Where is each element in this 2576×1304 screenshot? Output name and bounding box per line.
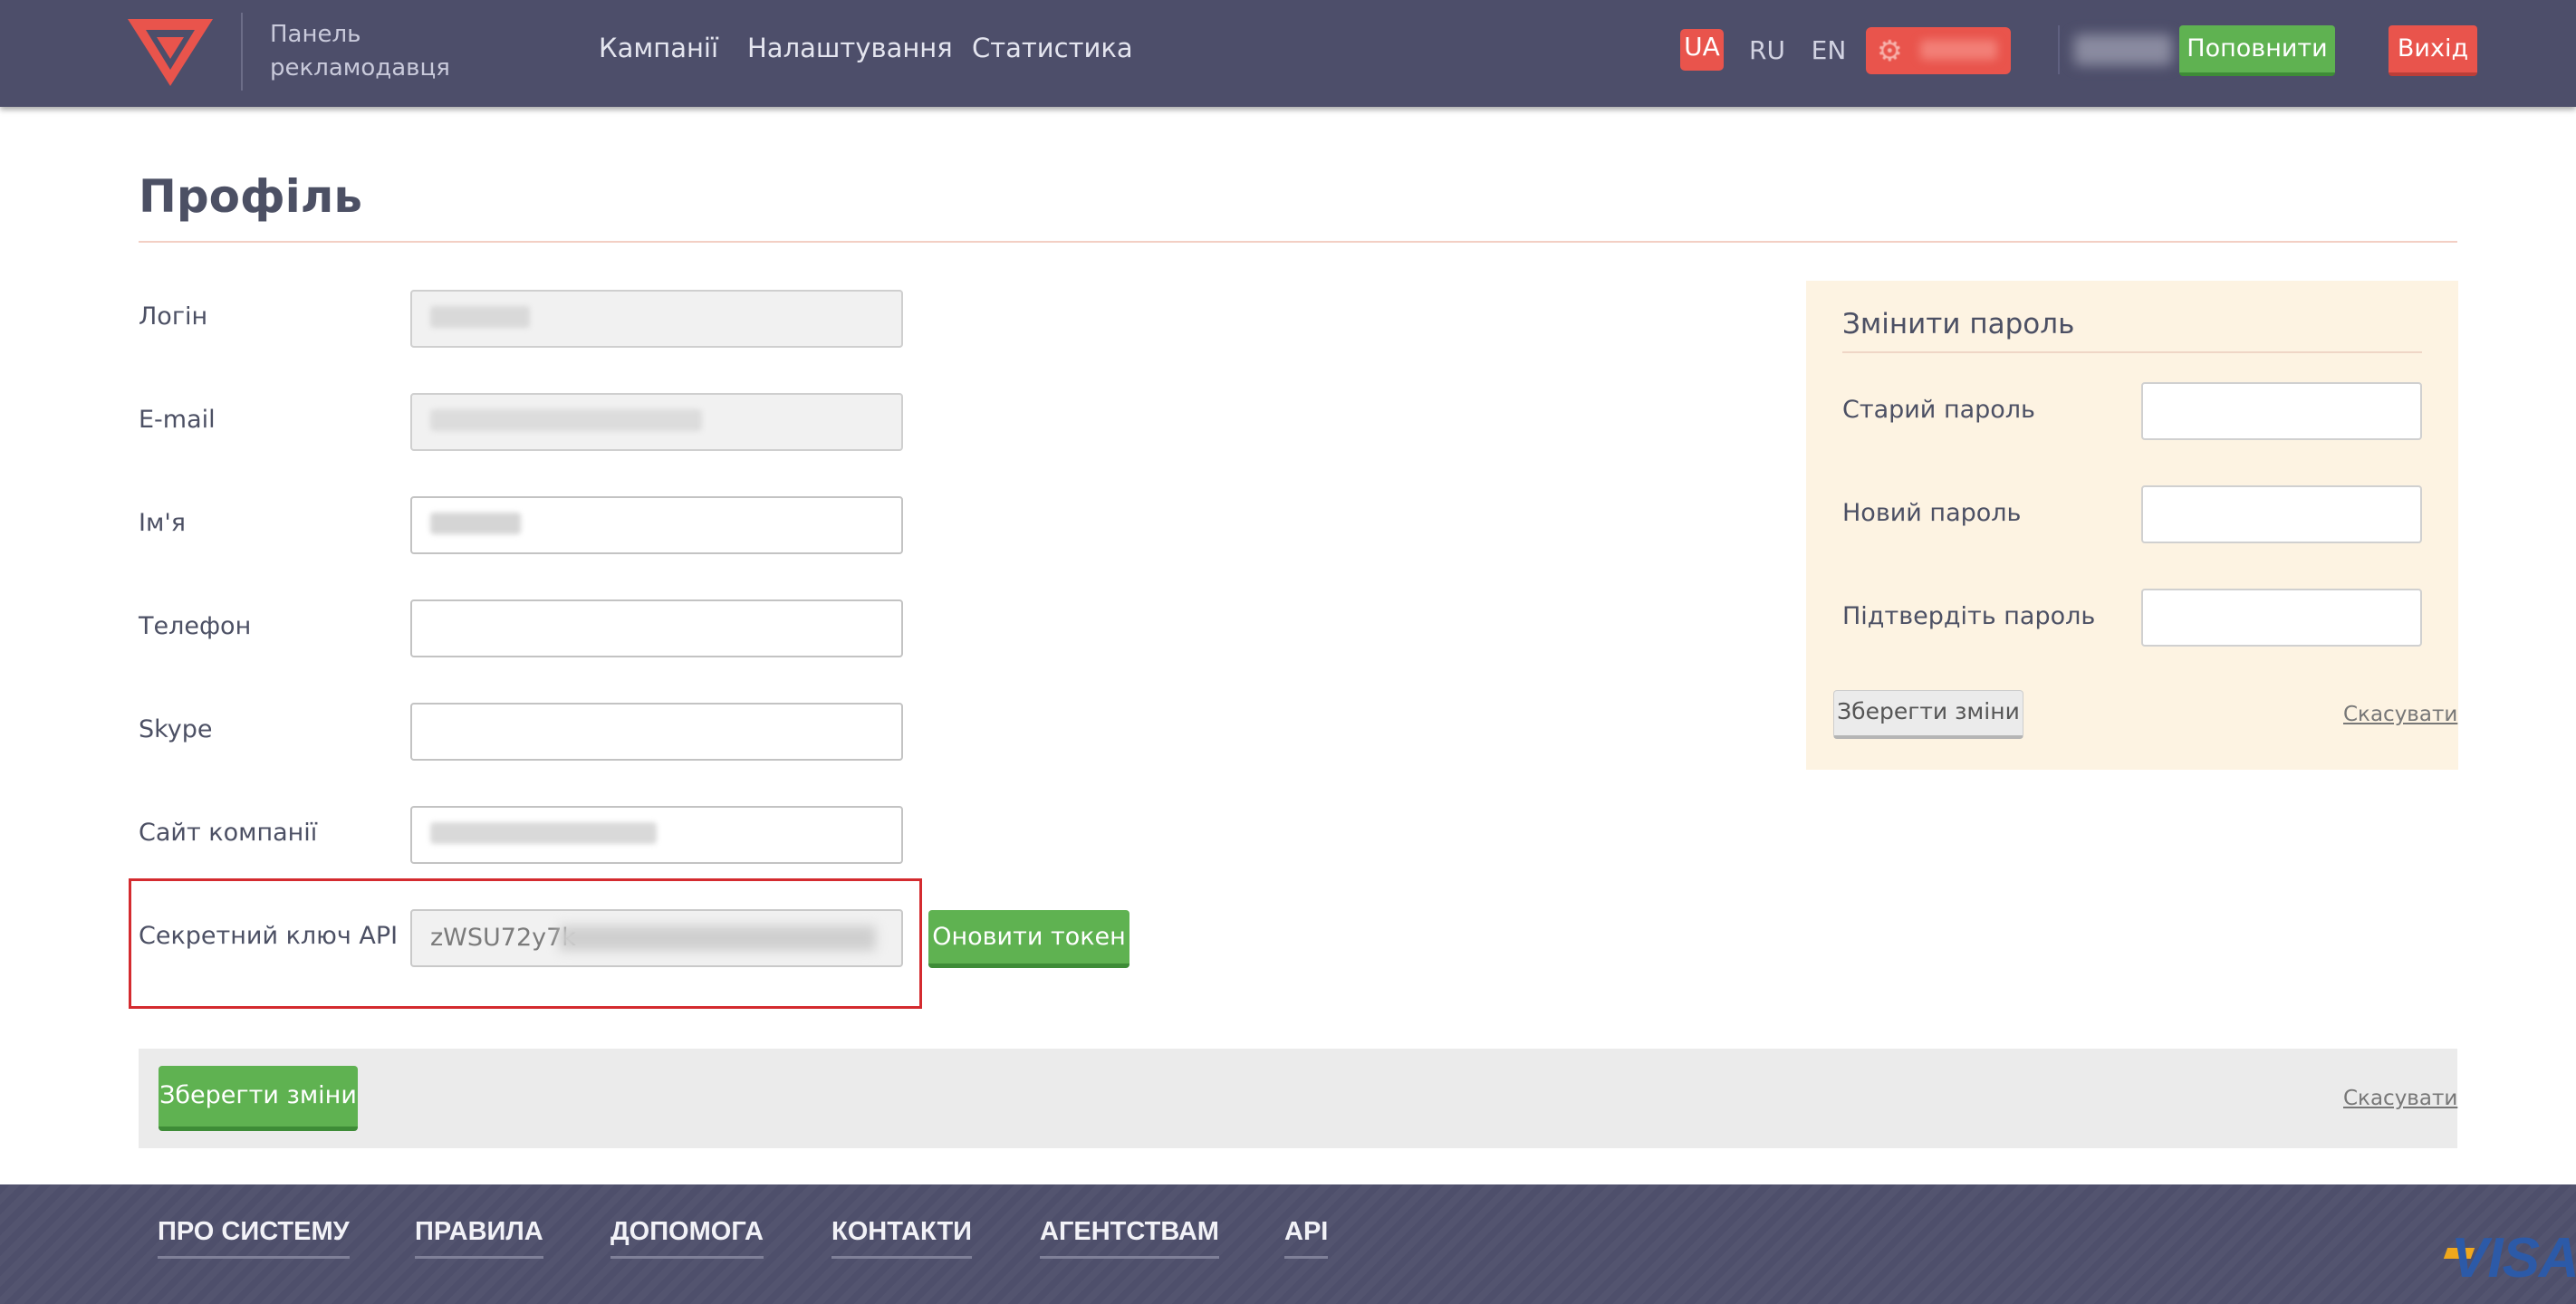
footer-link-api[interactable]: API — [1284, 1217, 1329, 1259]
cancel-profile-link[interactable]: Скасувати — [2343, 1087, 2457, 1110]
footer-link-about[interactable]: ПРО СИСТЕМУ — [158, 1217, 350, 1259]
account-button[interactable]: ⚙ — [1866, 27, 2011, 74]
nav-statistics[interactable]: Статистика — [972, 33, 1133, 63]
lang-ru[interactable]: RU — [1746, 33, 1788, 74]
balance-redacted — [2074, 34, 2172, 65]
api-key-visible-part: zWSU72y7k — [430, 924, 576, 952]
visa-logo: VISA — [2451, 1227, 2576, 1290]
footer-link-help[interactable]: ДОПОМОГА — [610, 1217, 764, 1259]
gear-icon: ⚙ — [1877, 34, 1903, 68]
footer-link-contacts[interactable]: КОНТАКТИ — [831, 1217, 973, 1259]
nav-campaigns[interactable]: Кампанії — [599, 33, 718, 63]
title-divider — [139, 241, 2457, 243]
old-password-label: Старий пароль — [1842, 396, 2035, 424]
site-value-redacted — [430, 822, 657, 844]
phone-label: Телефон — [139, 612, 252, 640]
confirm-password-input[interactable] — [2141, 589, 2422, 647]
lang-en[interactable]: EN — [1808, 33, 1850, 74]
skype-input[interactable] — [410, 703, 903, 761]
phone-input[interactable] — [410, 599, 903, 657]
nav-settings[interactable]: Налаштування — [747, 33, 953, 63]
cancel-password-link[interactable]: Скасувати — [2343, 703, 2457, 726]
name-value-redacted — [430, 513, 521, 534]
account-name-redacted — [1920, 40, 1997, 60]
save-profile-button[interactable]: Зберегти зміни — [159, 1066, 358, 1131]
old-password-input[interactable] — [2141, 382, 2422, 440]
change-password-title: Змінити пароль — [1842, 308, 2075, 340]
email-field[interactable] — [410, 393, 903, 451]
new-password-label: Новий пароль — [1842, 499, 2022, 527]
topup-button[interactable]: Поповнити — [2179, 25, 2335, 76]
new-password-input[interactable] — [2141, 485, 2422, 543]
name-label: Ім'я — [139, 509, 186, 537]
logo-divider — [241, 13, 243, 91]
brand-line-2: рекламодавця — [270, 54, 450, 82]
email-value-redacted — [430, 409, 702, 431]
api-key-label: Секретний ключ API — [139, 922, 399, 950]
skype-label: Skype — [139, 715, 213, 743]
change-password-divider — [1842, 351, 2422, 353]
api-key-redacted — [559, 925, 876, 951]
page-title: Профіль — [139, 170, 362, 223]
top-navbar: Панель рекламодавця Кампанії Налаштуванн… — [0, 0, 2576, 107]
lang-ua[interactable]: UA — [1680, 29, 1724, 71]
site-label: Сайт компанії — [139, 819, 318, 847]
name-field[interactable] — [410, 496, 903, 554]
footer-link-agencies[interactable]: АГЕНТСТВАМ — [1040, 1217, 1219, 1259]
api-key-field[interactable]: zWSU72y7k — [410, 909, 903, 967]
header-separator — [2058, 25, 2060, 74]
site-field[interactable] — [410, 806, 903, 864]
save-password-button[interactable]: Зберегти зміни — [1833, 690, 2023, 739]
footer-link-rules[interactable]: ПРАВИЛА — [415, 1217, 543, 1259]
confirm-password-label: Підтвердіть пароль — [1842, 602, 2096, 630]
email-label: E-mail — [139, 406, 216, 434]
form-actions-bar — [139, 1049, 2457, 1148]
login-field[interactable] — [410, 290, 903, 348]
login-value-redacted — [430, 306, 530, 328]
brand-line-1: Панель — [270, 21, 361, 48]
logo-icon[interactable] — [120, 14, 220, 91]
login-label: Логін — [139, 302, 208, 331]
brand-subtitle: Панель рекламодавця — [270, 18, 450, 85]
logout-button[interactable]: Вихід — [2389, 25, 2477, 76]
refresh-token-button[interactable]: Оновити токен — [928, 910, 1129, 968]
